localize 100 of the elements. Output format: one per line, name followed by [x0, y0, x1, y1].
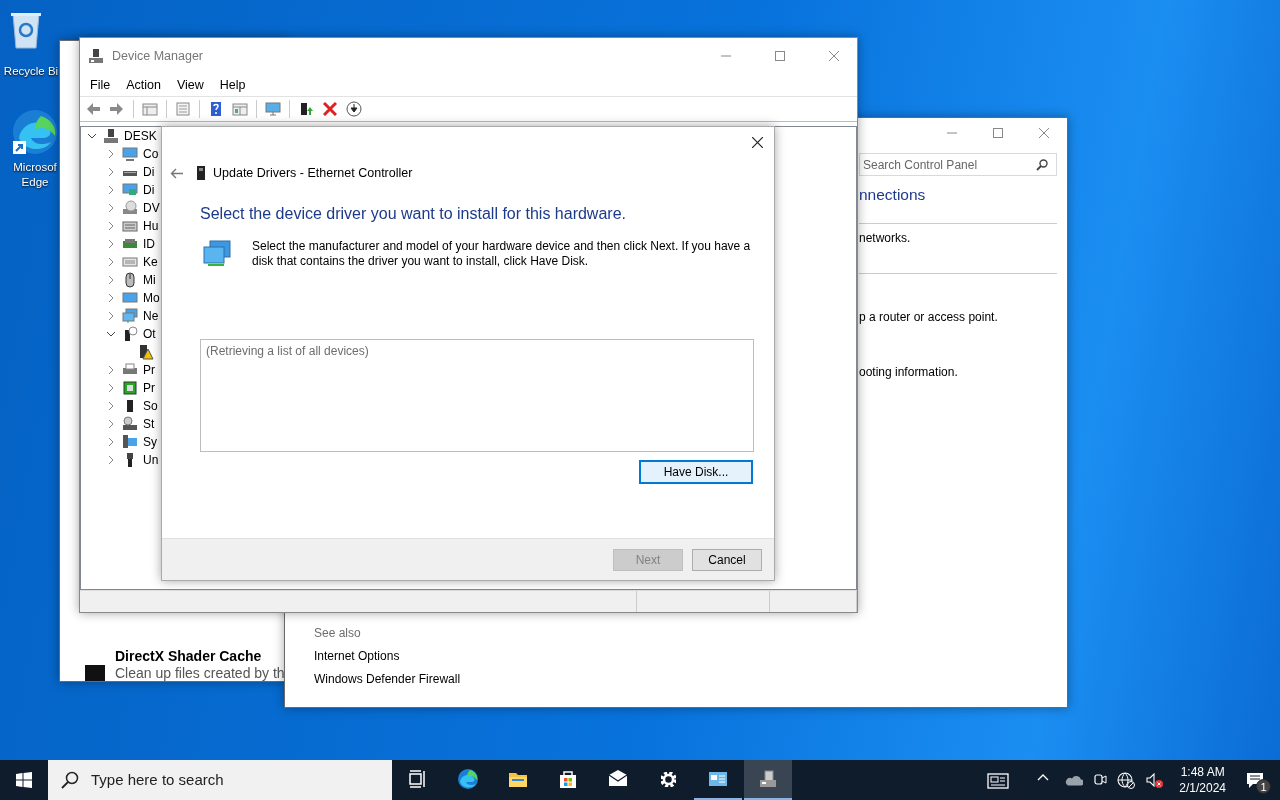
description-text: p a router or access point. — [859, 310, 999, 324]
list-message: (Retrieving a list of all devices) — [206, 344, 369, 358]
back-icon[interactable] — [86, 102, 101, 116]
monitor-icon — [122, 147, 138, 161]
device-icon — [126, 399, 134, 413]
table-icon[interactable] — [232, 103, 248, 116]
close-icon — [751, 136, 763, 148]
taskbar-app[interactable] — [744, 760, 792, 800]
search-field[interactable]: Type here to search — [91, 768, 371, 792]
description-text: Select the manufacturer and model of your hardware device and then click Next. If you have a disk that contains the driver you want to install, click Have Disk. — [252, 239, 752, 269]
help-icon[interactable] — [210, 101, 222, 117]
computer-icon — [88, 48, 104, 64]
computer-icon — [759, 770, 777, 788]
monitor-icon — [122, 292, 138, 303]
icon-label: Recycle Bi — [3, 64, 59, 79]
notifications-button[interactable]: 1 — [1236, 760, 1280, 800]
device-icon — [197, 166, 205, 180]
delete-icon[interactable] — [323, 102, 337, 116]
cloud-icon[interactable] — [1065, 774, 1084, 786]
minimize-icon — [721, 55, 731, 57]
chevron-icon[interactable] — [107, 331, 115, 337]
tree-item[interactable]: Pr — [143, 381, 155, 395]
list-icon[interactable] — [142, 103, 158, 116]
task-view-icon — [409, 770, 425, 788]
search-box[interactable]: Search Control Panel — [859, 153, 1057, 176]
tree-item[interactable]: DESK — [124, 129, 157, 143]
control-panel-icon — [708, 771, 728, 787]
tree-item[interactable]: Un — [143, 453, 159, 467]
network-icon — [203, 240, 231, 266]
tree-item[interactable]: Ne — [143, 309, 159, 323]
menu-item[interactable]: File — [82, 75, 119, 95]
tree-item[interactable]: Mi — [143, 273, 156, 287]
device-list[interactable]: (Retrieving a list of all devices) — [200, 339, 754, 452]
back-arrow-icon — [170, 167, 183, 179]
edge-icon — [12, 109, 58, 155]
tree-item[interactable]: Ot — [143, 327, 156, 341]
search-icon — [61, 771, 79, 789]
plug-icon — [126, 452, 134, 468]
muted-speaker-icon[interactable] — [1146, 773, 1164, 789]
tree-item[interactable]: Mo — [143, 291, 160, 305]
close-icon — [829, 51, 839, 61]
shopping-bag-icon — [559, 771, 577, 789]
computer-icon — [103, 128, 119, 144]
windows-icon — [16, 772, 32, 788]
folder-icon — [508, 772, 528, 788]
section-title: See also — [314, 626, 361, 640]
card-icon — [122, 238, 138, 249]
menu-item[interactable]: Help — [211, 75, 254, 95]
menu-item[interactable]: View — [168, 75, 212, 95]
camera-icon[interactable] — [1094, 774, 1108, 785]
tree-item[interactable]: Hu — [143, 219, 159, 233]
tree-item[interactable]: DV — [143, 201, 160, 215]
tree-item[interactable]: St — [143, 417, 155, 431]
mouse-icon — [125, 272, 135, 288]
dialog-button[interactable]: Cancel — [692, 548, 762, 571]
description-text: networks. — [859, 231, 912, 245]
printer-icon — [122, 363, 138, 375]
settings-icon — [660, 771, 676, 787]
have-disk-button[interactable]: Have Disk... — [639, 460, 753, 484]
edge-icon — [458, 769, 478, 789]
search-field[interactable]: Search Control Panel — [863, 155, 1023, 174]
item-description: Clean up files created by th — [115, 665, 285, 681]
tree-item[interactable]: Ke — [143, 255, 158, 269]
clock[interactable]: 1:48 AM 2/1/2024 — [1169, 764, 1236, 796]
window-title: Device Manager — [112, 47, 203, 65]
tree-item[interactable]: So — [143, 399, 158, 413]
menu-item[interactable]: Action — [118, 75, 169, 95]
notification-count: 1 — [1256, 779, 1271, 794]
drive-icon — [122, 170, 138, 177]
recycle-bin-icon — [10, 12, 42, 49]
search-box[interactable]: Type here to search — [48, 760, 392, 800]
keyboard-icon — [122, 221, 138, 232]
page-heading: nnections — [859, 185, 927, 205]
monitor-icon — [122, 183, 138, 196]
maximize-icon — [775, 51, 785, 61]
device-icon — [124, 326, 138, 342]
keyboard-icon — [122, 257, 138, 267]
tree-item[interactable]: Co — [143, 147, 159, 161]
download-icon[interactable] — [346, 101, 362, 117]
update-icon[interactable] — [300, 102, 314, 116]
dialog-heading: Select the device driver you want to install for this hardware. — [200, 204, 627, 224]
monitor-icon[interactable] — [265, 102, 281, 116]
tree-item[interactable]: Di — [143, 183, 155, 197]
link[interactable]: Windows Defender Firewall — [314, 672, 461, 686]
tree-item[interactable]: Di — [143, 165, 155, 179]
chevron-icon[interactable] — [88, 133, 96, 139]
tree-item[interactable]: ID — [143, 237, 155, 251]
link[interactable]: Internet Options — [314, 649, 400, 663]
drive-icon — [85, 665, 105, 681]
icon-label: Microsof Edge — [13, 160, 57, 190]
envelope-icon — [608, 769, 628, 787]
tree-item[interactable]: Pr — [143, 363, 155, 377]
news-icon[interactable] — [987, 773, 1010, 789]
maximize-icon — [993, 127, 1003, 138]
chevron-up-icon[interactable] — [1037, 774, 1050, 781]
disc-drive-icon — [122, 200, 138, 216]
forward-icon[interactable] — [109, 102, 124, 116]
tree-item[interactable]: Sy — [143, 435, 157, 449]
globe-icon[interactable] — [1117, 771, 1136, 789]
dialog-title: Update Drivers - Ethernet Controller — [213, 164, 413, 182]
